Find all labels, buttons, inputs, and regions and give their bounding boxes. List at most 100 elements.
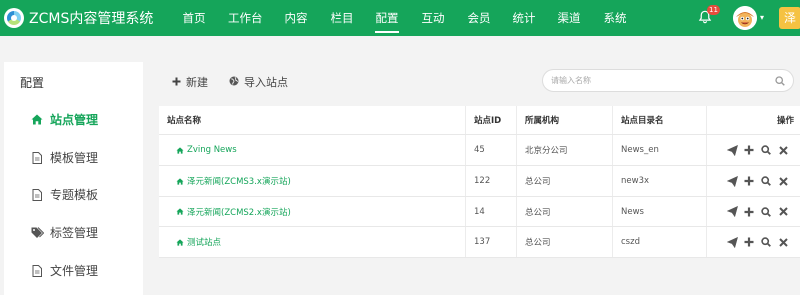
table-row: 泽元新闻(ZCMS3.x演示站) 122 总公司 new3x (159, 166, 800, 197)
add-icon[interactable] (743, 144, 755, 156)
site-name-link[interactable]: 测试站点 (176, 236, 221, 248)
actions-cell (707, 197, 800, 226)
site-name-link[interactable]: Zving News (176, 145, 237, 155)
sidebar-title: 配置 (20, 76, 45, 90)
actions-cell (707, 135, 800, 165)
org-cell: 总公司 (517, 197, 613, 226)
chevron-down-icon[interactable]: ▾ (760, 13, 764, 22)
nav-item-content[interactable]: 内容 (284, 0, 308, 36)
column-header-actions: 操作 (707, 106, 800, 134)
actions-header-label: 操作 (776, 116, 794, 126)
site-table: 站点名称 站点ID 所属机构 站点目录名 操作 Zving News 45 北京… (159, 106, 800, 258)
site-name-cell: 泽元新闻(ZCMS3.x演示站) (159, 166, 466, 196)
search-input[interactable] (551, 76, 771, 85)
column-header-site-id[interactable]: 站点ID (466, 106, 517, 134)
new-button-label: 新建 (186, 76, 208, 89)
sidebar-item-site-management[interactable]: 站点管理 (4, 101, 143, 138)
dir-cell: new3x (613, 166, 707, 196)
column-header-site-name[interactable]: 站点名称 (159, 106, 466, 134)
plus-icon (172, 76, 181, 89)
table-header-row: 站点名称 站点ID 所属机构 站点目录名 操作 (159, 106, 800, 135)
table-row: 泽元新闻(ZCMS2.x演示站) 14 总公司 News (159, 197, 800, 227)
nav-item-column[interactable]: 栏目 (330, 0, 354, 36)
search-icon[interactable] (760, 236, 772, 248)
site-name-text: 泽元新闻(ZCMS2.x演示站) (187, 207, 291, 218)
avatar-image (733, 6, 757, 30)
publish-icon[interactable] (726, 175, 738, 187)
nav-item-channel[interactable]: 渠道 (557, 0, 581, 36)
delete-icon[interactable] (777, 236, 789, 248)
nav-item-interact[interactable]: 互动 (421, 0, 445, 36)
home-icon (176, 208, 184, 215)
nav-item-workbench[interactable]: 工作台 (228, 0, 263, 36)
publish-icon[interactable] (726, 144, 738, 156)
search-icon[interactable] (775, 76, 785, 89)
site-id-cell: 14 (466, 197, 517, 226)
site-name-link[interactable]: 泽元新闻(ZCMS2.x演示站) (176, 206, 291, 218)
nav-item-home[interactable]: 首页 (182, 0, 206, 36)
table-row: Zving News 45 北京分公司 News_en (159, 135, 800, 166)
search-icon[interactable] (760, 175, 772, 187)
add-icon[interactable] (743, 236, 755, 248)
home-icon (30, 114, 44, 125)
sidebar-item-file-management[interactable]: 文件管理 (4, 252, 143, 289)
sidebar-item-label: 文件管理 (50, 264, 99, 278)
dir-cell: News_en (613, 135, 707, 165)
notification-badge: 11 (707, 5, 720, 15)
nav-item-system[interactable]: 系统 (603, 0, 627, 36)
sidebar-item-topic-template[interactable]: 专题模板 (4, 176, 143, 213)
nav-item-stats[interactable]: 统计 (512, 0, 536, 36)
avatar[interactable] (733, 6, 757, 30)
site-name-text: Zving News (187, 145, 237, 155)
sidebar-item-tag-management[interactable]: 标签管理 (4, 214, 143, 251)
site-name-text: 测试站点 (187, 238, 222, 248)
sidebar-item-label: 站点管理 (50, 113, 99, 127)
publish-icon[interactable] (726, 236, 738, 248)
site-name-text: 泽元新闻(ZCMS3.x演示站) (187, 177, 291, 187)
file-icon (30, 151, 44, 164)
org-cell: 总公司 (517, 227, 613, 257)
site-name-cell: Zving News (159, 135, 466, 165)
site-name-link[interactable]: 泽元新闻(ZCMS3.x演示站) (176, 175, 291, 187)
actions-cell (707, 166, 800, 196)
column-header-org[interactable]: 所属机构 (517, 106, 613, 134)
delete-icon[interactable] (777, 206, 789, 218)
site-id-cell: 137 (466, 227, 517, 257)
app-logo[interactable]: ZCMS内容管理系统 (0, 8, 172, 28)
delete-icon[interactable] (777, 144, 789, 156)
logo-icon (4, 8, 24, 28)
add-icon[interactable] (743, 206, 755, 218)
sidebar-item-label: 专题模板 (50, 188, 99, 202)
actions-cell (707, 227, 800, 257)
search-box (542, 69, 794, 92)
sidebar-item-label: 模板管理 (50, 151, 99, 165)
dir-cell: cszd (613, 227, 707, 257)
top-bar: ZCMS内容管理系统 首页 工作台 内容 栏目 配置 互动 会员 统计 渠道 系… (0, 0, 800, 36)
file-icon (30, 188, 44, 201)
site-name-cell: 测试站点 (159, 227, 466, 257)
site-id-cell: 122 (466, 166, 517, 196)
file-icon (30, 264, 44, 277)
dir-cell: News (613, 197, 707, 226)
app-title: ZCMS内容管理系统 (29, 11, 154, 27)
publish-icon[interactable] (726, 206, 738, 218)
nav-item-config[interactable]: 配置 (375, 0, 399, 36)
add-icon[interactable] (743, 175, 755, 187)
search-icon[interactable] (760, 144, 772, 156)
home-icon (176, 146, 184, 154)
globe-icon (229, 76, 239, 89)
new-button[interactable]: 新建 (172, 74, 208, 90)
sidebar-item-template-management[interactable]: 模板管理 (4, 139, 143, 176)
import-site-label: 导入站点 (244, 76, 288, 89)
search-icon[interactable] (760, 206, 772, 218)
user-chip[interactable]: 泽 (779, 7, 800, 29)
site-id-cell: 45 (466, 135, 517, 165)
import-site-button[interactable]: 导入站点 (229, 74, 288, 90)
site-name-cell: 泽元新闻(ZCMS2.x演示站) (159, 197, 466, 226)
nav-item-member[interactable]: 会员 (467, 0, 491, 36)
tags-icon (30, 227, 44, 238)
org-cell: 总公司 (517, 166, 613, 196)
table-row: 测试站点 137 总公司 cszd (159, 227, 800, 258)
column-header-dir[interactable]: 站点目录名 (613, 106, 707, 134)
delete-icon[interactable] (777, 175, 789, 187)
